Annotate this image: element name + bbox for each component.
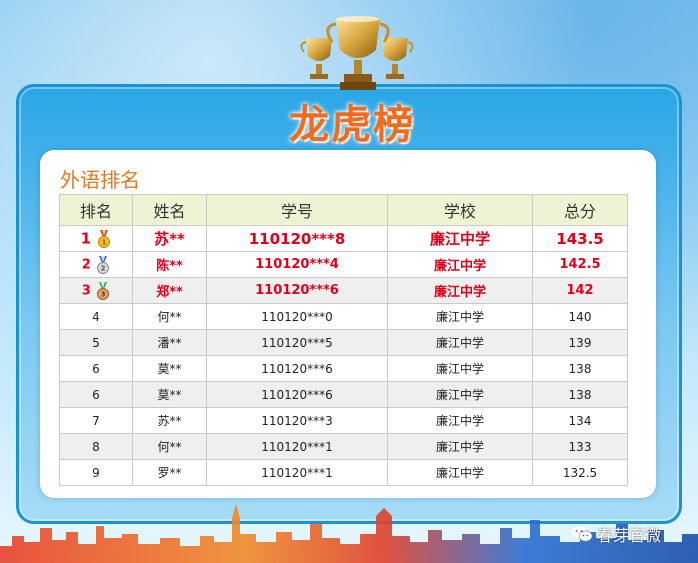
rank-number: 3 bbox=[81, 283, 91, 298]
table-row: 5 潘** 110120***5 廉江中学 139 bbox=[59, 329, 628, 356]
gold-medal-icon: 1 bbox=[98, 229, 111, 248]
page-title: 龙虎榜 bbox=[289, 101, 415, 148]
table-row: 2 2 陈** 110120***4 廉江中学 142.5 bbox=[59, 251, 628, 278]
school-cell: 廉江中学 bbox=[387, 251, 533, 278]
score-cell: 143.5 bbox=[532, 225, 628, 252]
rank-cell: 7 bbox=[59, 407, 133, 434]
school-cell: 廉江中学 bbox=[387, 381, 533, 408]
student-id-cell: 110120***6 bbox=[206, 277, 388, 304]
rank-number: 1 bbox=[80, 229, 92, 248]
table-row: 1 1 苏** 110120***8 廉江中学 143.5 bbox=[59, 225, 628, 252]
rank-number: 2 bbox=[81, 257, 91, 272]
name-cell: 莫** bbox=[132, 381, 207, 408]
name-cell: 何** bbox=[132, 303, 207, 330]
rank-cell: 1 1 bbox=[59, 225, 133, 252]
name-cell: 陈** bbox=[132, 251, 207, 278]
school-cell: 廉江中学 bbox=[387, 407, 533, 434]
rank-cell: 9 bbox=[59, 459, 133, 486]
name-cell: 何** bbox=[132, 433, 207, 460]
school-cell: 廉江中学 bbox=[387, 225, 533, 252]
name-cell: 莫** bbox=[132, 355, 207, 382]
name-cell: 潘** bbox=[132, 329, 207, 356]
trophy-icon bbox=[300, 16, 414, 90]
silver-medal-icon: 2 bbox=[97, 255, 110, 274]
table-row: 4 何** 110120***0 廉江中学 140 bbox=[59, 303, 628, 330]
student-id-cell: 110120***8 bbox=[206, 225, 388, 252]
student-id-cell: 110120***5 bbox=[206, 329, 388, 356]
name-cell: 苏** bbox=[132, 225, 207, 252]
table-row: 7 苏** 110120***3 廉江中学 134 bbox=[59, 407, 628, 434]
ranking-table: 排名 姓名 学号 学校 总分 1 1 苏** 110120***8 廉江中学 1… bbox=[59, 194, 628, 486]
student-id-cell: 110120***1 bbox=[206, 459, 388, 486]
wechat-icon bbox=[571, 526, 593, 542]
score-cell: 132.5 bbox=[532, 459, 628, 486]
score-cell: 142 bbox=[532, 277, 628, 304]
table-header-row: 排名 姓名 学号 学校 总分 bbox=[59, 194, 628, 226]
table-row: 6 莫** 110120***6 廉江中学 138 bbox=[59, 355, 628, 382]
table-row: 3 3 郑** 110120***6 廉江中学 142 bbox=[59, 277, 628, 304]
header-name: 姓名 bbox=[132, 194, 207, 226]
name-cell: 郑** bbox=[132, 277, 207, 304]
rank-cell: 5 bbox=[59, 329, 133, 356]
section-title: 外语排名 bbox=[60, 168, 140, 192]
name-cell: 苏** bbox=[132, 407, 207, 434]
student-id-cell: 110120***3 bbox=[206, 407, 388, 434]
watermark-label: 春芽官微 bbox=[597, 526, 662, 545]
svg-text:3: 3 bbox=[101, 290, 106, 298]
student-id-cell: 110120***4 bbox=[206, 251, 388, 278]
rank-cell: 3 3 bbox=[59, 277, 133, 304]
score-cell: 138 bbox=[532, 355, 628, 382]
score-cell: 139 bbox=[532, 329, 628, 356]
rank-cell: 6 bbox=[59, 381, 133, 408]
watermark: 春芽官微 bbox=[571, 522, 661, 546]
student-id-cell: 110120***1 bbox=[206, 433, 388, 460]
school-cell: 廉江中学 bbox=[387, 459, 533, 486]
table-row: 8 何** 110120***1 廉江中学 133 bbox=[59, 433, 628, 460]
header-score: 总分 bbox=[532, 194, 628, 226]
score-cell: 140 bbox=[532, 303, 628, 330]
student-id-cell: 110120***6 bbox=[206, 355, 388, 382]
score-cell: 134 bbox=[532, 407, 628, 434]
table-row: 9 罗** 110120***1 廉江中学 132.5 bbox=[59, 459, 628, 486]
header-school: 学校 bbox=[387, 194, 533, 226]
table-row: 6 莫** 110120***6 廉江中学 138 bbox=[59, 381, 628, 408]
school-cell: 廉江中学 bbox=[387, 329, 533, 356]
rank-cell: 2 2 bbox=[59, 251, 133, 278]
school-cell: 廉江中学 bbox=[387, 355, 533, 382]
score-cell: 138 bbox=[532, 381, 628, 408]
rank-cell: 4 bbox=[59, 303, 133, 330]
student-id-cell: 110120***0 bbox=[206, 303, 388, 330]
score-cell: 142.5 bbox=[532, 251, 628, 278]
svg-text:1: 1 bbox=[102, 238, 107, 246]
header-rank: 排名 bbox=[59, 194, 133, 226]
svg-text:2: 2 bbox=[101, 264, 106, 272]
rank-cell: 8 bbox=[59, 433, 133, 460]
school-cell: 廉江中学 bbox=[387, 433, 533, 460]
bronze-medal-icon: 3 bbox=[97, 281, 110, 300]
score-cell: 133 bbox=[532, 433, 628, 460]
student-id-cell: 110120***6 bbox=[206, 381, 388, 408]
name-cell: 罗** bbox=[132, 459, 207, 486]
school-cell: 廉江中学 bbox=[387, 277, 533, 304]
rank-cell: 6 bbox=[59, 355, 133, 382]
school-cell: 廉江中学 bbox=[387, 303, 533, 330]
header-student-id: 学号 bbox=[206, 194, 388, 226]
